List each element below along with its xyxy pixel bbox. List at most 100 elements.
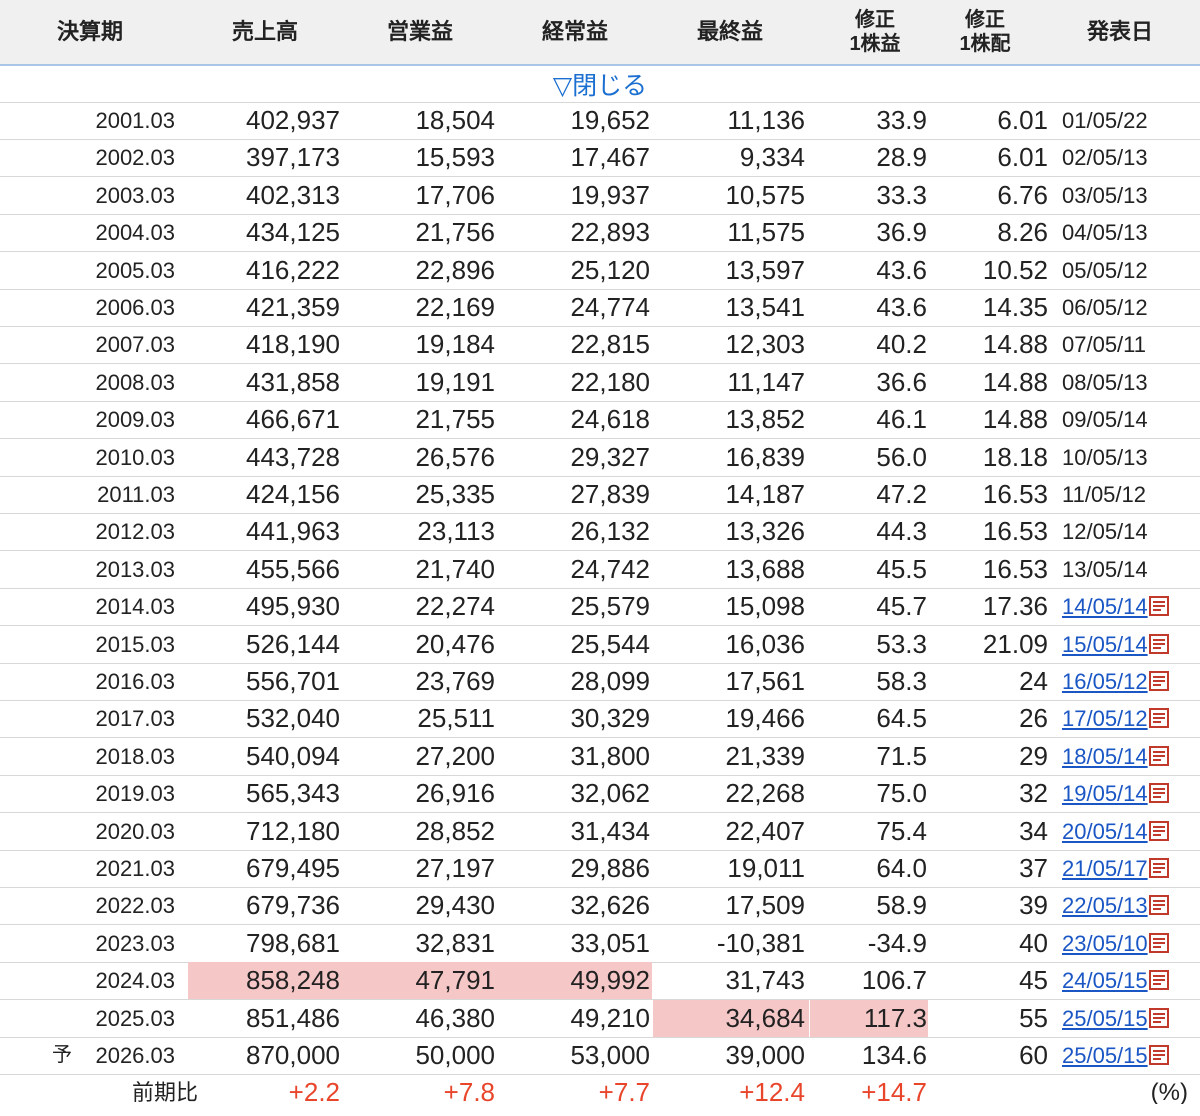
pdf-icon[interactable] bbox=[1148, 895, 1169, 916]
pdf-icon[interactable] bbox=[1148, 633, 1169, 654]
column-header-1[interactable]: 売上高 bbox=[200, 0, 330, 64]
cell-date: 03/05/13 bbox=[1062, 182, 1148, 208]
cell-sales: 441,963 bbox=[246, 516, 340, 547]
announcement-link[interactable]: 24/05/15 bbox=[1062, 968, 1148, 993]
cell-net: 11,136 bbox=[727, 105, 805, 135]
announcement-link[interactable]: 22/05/13 bbox=[1062, 893, 1148, 918]
cell-dps: 37 bbox=[1019, 853, 1048, 883]
pdf-icon[interactable] bbox=[1148, 932, 1169, 953]
cell-op: 47,791 bbox=[415, 965, 495, 996]
cell-net: 13,597 bbox=[725, 254, 805, 285]
pdf-icon[interactable] bbox=[1148, 708, 1169, 729]
announcement-link[interactable]: 17/05/12 bbox=[1062, 706, 1148, 731]
pdf-icon[interactable] bbox=[1148, 1045, 1169, 1065]
announcement-link[interactable]: 16/05/12 bbox=[1062, 669, 1148, 694]
cell-eps: 56.0 bbox=[876, 441, 927, 472]
column-header-5[interactable]: 修正 1株益 bbox=[825, 0, 925, 64]
cell-date: 15/05/14 bbox=[1062, 626, 1198, 663]
cell-sales: 402,937 bbox=[246, 105, 340, 135]
cell-ord: 24,774 bbox=[570, 292, 650, 322]
cell-ord: 29,886 bbox=[570, 853, 650, 883]
announcement-link[interactable]: 23/05/10 bbox=[1062, 931, 1148, 956]
cell-date: 24/05/15 bbox=[1062, 962, 1198, 999]
cell-op: 23,113 bbox=[417, 516, 495, 547]
cell-sales: 712,180 bbox=[246, 815, 340, 846]
pdf-icon[interactable] bbox=[1148, 1007, 1169, 1028]
table-row: 2018.03 540,094 27,200 31,800 21,339 71.5 29 18… bbox=[0, 738, 1200, 776]
cell-eps: 43.6 bbox=[876, 292, 927, 322]
cell-op: 20,476 bbox=[415, 628, 495, 659]
cell-op: 27,197 bbox=[415, 853, 495, 883]
cell-eps: 134.6 bbox=[861, 1040, 927, 1070]
cell-ord: 17,467 bbox=[570, 142, 650, 173]
table-row: 2022.03 679,736 29,430 32,626 17,509 58.9 39 22… bbox=[0, 887, 1200, 926]
cell-eps: 64.0 bbox=[876, 853, 927, 883]
table-row: 2007.03 418,190 19,184 22,815 12,303 40.2 14.8… bbox=[0, 326, 1200, 365]
cell-eps: 33.9 bbox=[876, 105, 927, 135]
column-header-3[interactable]: 経常益 bbox=[510, 0, 640, 64]
column-header-4[interactable]: 最終益 bbox=[665, 0, 795, 64]
cell-sales: 870,000 bbox=[246, 1040, 340, 1070]
cell-ord: 31,800 bbox=[570, 740, 650, 771]
announcement-link[interactable]: 18/05/14 bbox=[1062, 744, 1148, 769]
cell-period: 2026.03 bbox=[95, 1043, 175, 1068]
cell-ord: 31,434 bbox=[570, 815, 650, 846]
cell-date: 17/05/12 bbox=[1062, 700, 1198, 737]
pdf-icon[interactable] bbox=[1148, 783, 1169, 804]
announcement-link[interactable]: 20/05/14 bbox=[1062, 819, 1148, 844]
cell-dps: 6.76 bbox=[997, 179, 1048, 210]
column-header-2[interactable]: 営業益 bbox=[355, 0, 485, 64]
cell-date: 21/05/17 bbox=[1062, 850, 1198, 887]
cell-period: 2017.03 bbox=[95, 706, 175, 732]
cell-period: 2015.03 bbox=[95, 631, 175, 657]
column-header-7[interactable]: 発表日 bbox=[1060, 0, 1180, 64]
table-row: 2011.03 424,156 25,335 27,839 14,187 47.2 16.5… bbox=[0, 476, 1200, 514]
pdf-icon[interactable] bbox=[1148, 970, 1169, 991]
cell-net: 19,011 bbox=[727, 853, 805, 883]
cell-date: 09/05/14 bbox=[1062, 407, 1148, 433]
cell-sales: 397,173 bbox=[246, 142, 340, 173]
pdf-icon[interactable] bbox=[1148, 671, 1169, 691]
cell-dps: 17.36 bbox=[982, 591, 1048, 622]
column-header-line1: 修正 bbox=[855, 9, 895, 31]
cell-period: 2004.03 bbox=[95, 220, 175, 246]
pdf-icon[interactable] bbox=[1148, 858, 1169, 878]
cell-ord: 24,618 bbox=[570, 404, 650, 435]
cell-net: 31,743 bbox=[725, 965, 805, 996]
cell-ord: 26,132 bbox=[570, 516, 650, 547]
cell-op: 23,769 bbox=[415, 666, 495, 696]
column-header-line2: 1株配 bbox=[959, 33, 1011, 55]
cell-sales: 431,858 bbox=[246, 366, 340, 397]
announcement-link[interactable]: 25/05/15 bbox=[1062, 1006, 1148, 1031]
cell-period: 2014.03 bbox=[95, 594, 175, 620]
cell-net: 11,147 bbox=[727, 366, 805, 397]
cell-dps: 40 bbox=[1019, 927, 1048, 958]
cell-net: 16,036 bbox=[725, 628, 805, 659]
column-header-0[interactable]: 決算期 bbox=[30, 0, 150, 64]
pdf-icon[interactable] bbox=[1148, 820, 1169, 841]
cell-eps: 33.3 bbox=[876, 179, 927, 210]
cell-dps: 60 bbox=[1019, 1040, 1048, 1070]
cell-ord: 49,992 bbox=[570, 965, 650, 996]
table-row: 2005.03 416,222 22,896 25,120 13,597 43.6 10.5… bbox=[0, 252, 1200, 290]
cell-net: 13,541 bbox=[725, 292, 805, 322]
cell-date: 12/05/14 bbox=[1062, 519, 1148, 545]
announcement-link[interactable]: 19/05/14 bbox=[1062, 781, 1148, 806]
cell-dps: 10.52 bbox=[982, 254, 1048, 285]
cell-date: 16/05/12 bbox=[1062, 663, 1198, 700]
cell-eps: 40.2 bbox=[876, 329, 927, 360]
cell-net: 14,187 bbox=[725, 479, 805, 509]
column-header-6[interactable]: 修正 1株配 bbox=[935, 0, 1035, 64]
cell-net: 15,098 bbox=[725, 591, 805, 622]
announcement-link[interactable]: 14/05/14 bbox=[1062, 594, 1148, 619]
column-header-line2: 1株益 bbox=[849, 33, 901, 55]
table-row: 2024.03 858,248 47,791 49,992 31,743 106.7 45 2… bbox=[0, 962, 1200, 1001]
pdf-icon[interactable] bbox=[1148, 745, 1169, 766]
cell-period: 2010.03 bbox=[95, 444, 175, 470]
collapse-toggle[interactable]: ▽閉じる bbox=[0, 66, 1200, 103]
announcement-link[interactable]: 21/05/17 bbox=[1062, 856, 1148, 881]
cell-date: 05/05/12 bbox=[1062, 257, 1148, 283]
announcement-link[interactable]: 15/05/14 bbox=[1062, 632, 1148, 657]
announcement-link[interactable]: 25/05/15 bbox=[1062, 1043, 1148, 1068]
pdf-icon[interactable] bbox=[1148, 596, 1169, 617]
